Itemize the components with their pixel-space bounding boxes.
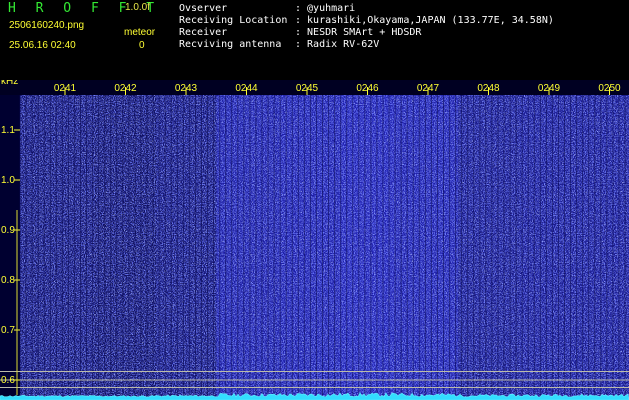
meteor-count: 0: [139, 40, 145, 51]
x-tick-label: 0250: [598, 83, 621, 94]
vertical-stripes: [19, 95, 626, 398]
x-tick-label: 0244: [235, 83, 258, 94]
x-tick-label: 0246: [356, 83, 379, 94]
meta-value-location: : kurashiki,Okayama,JAPAN (133.77E, 34.5…: [295, 15, 554, 26]
y-tick-label: 0.6: [1, 375, 15, 386]
meta-value-observer: : @yuhmari: [295, 3, 356, 14]
meta-key-location: Receiving Location: [179, 15, 288, 26]
y-tick-label: 0.7: [1, 325, 15, 336]
x-tick-label: 0248: [477, 83, 500, 94]
x-tick-label: 0241: [54, 83, 77, 94]
meta-key-observer: Ovserver: [179, 3, 228, 14]
header: H R O F F T 1.0.0f 2506160240.png 25.06.…: [0, 0, 629, 80]
y-tick-label: 0.9: [1, 225, 15, 236]
app-version: 1.0.0f: [125, 2, 151, 13]
x-tick-label: 0249: [538, 83, 561, 94]
y-tick-label: 0.8: [1, 275, 15, 286]
x-tick-label: 0243: [175, 83, 198, 94]
x-tick-label: 0242: [114, 83, 137, 94]
y-tick-label: 1.1: [1, 125, 15, 136]
file-name: 2506160240.png: [9, 20, 85, 31]
meta-key-receiver: Receiver: [179, 27, 228, 38]
y-tick-label: 1.0: [1, 175, 15, 186]
x-tick-label: 0245: [296, 83, 319, 94]
file-datetime: 25.06.16 02:40: [9, 40, 76, 51]
meta-value-antenna: : Radix RV-62V: [295, 39, 380, 50]
meta-key-antenna: Recviving antenna: [179, 39, 282, 50]
x-tick-label: 0247: [417, 83, 440, 94]
meteor-label: meteor: [124, 27, 156, 38]
speckle-texture: [20, 95, 629, 400]
meta-value-receiver: : NESDR SMArt + HDSDR: [295, 27, 422, 38]
